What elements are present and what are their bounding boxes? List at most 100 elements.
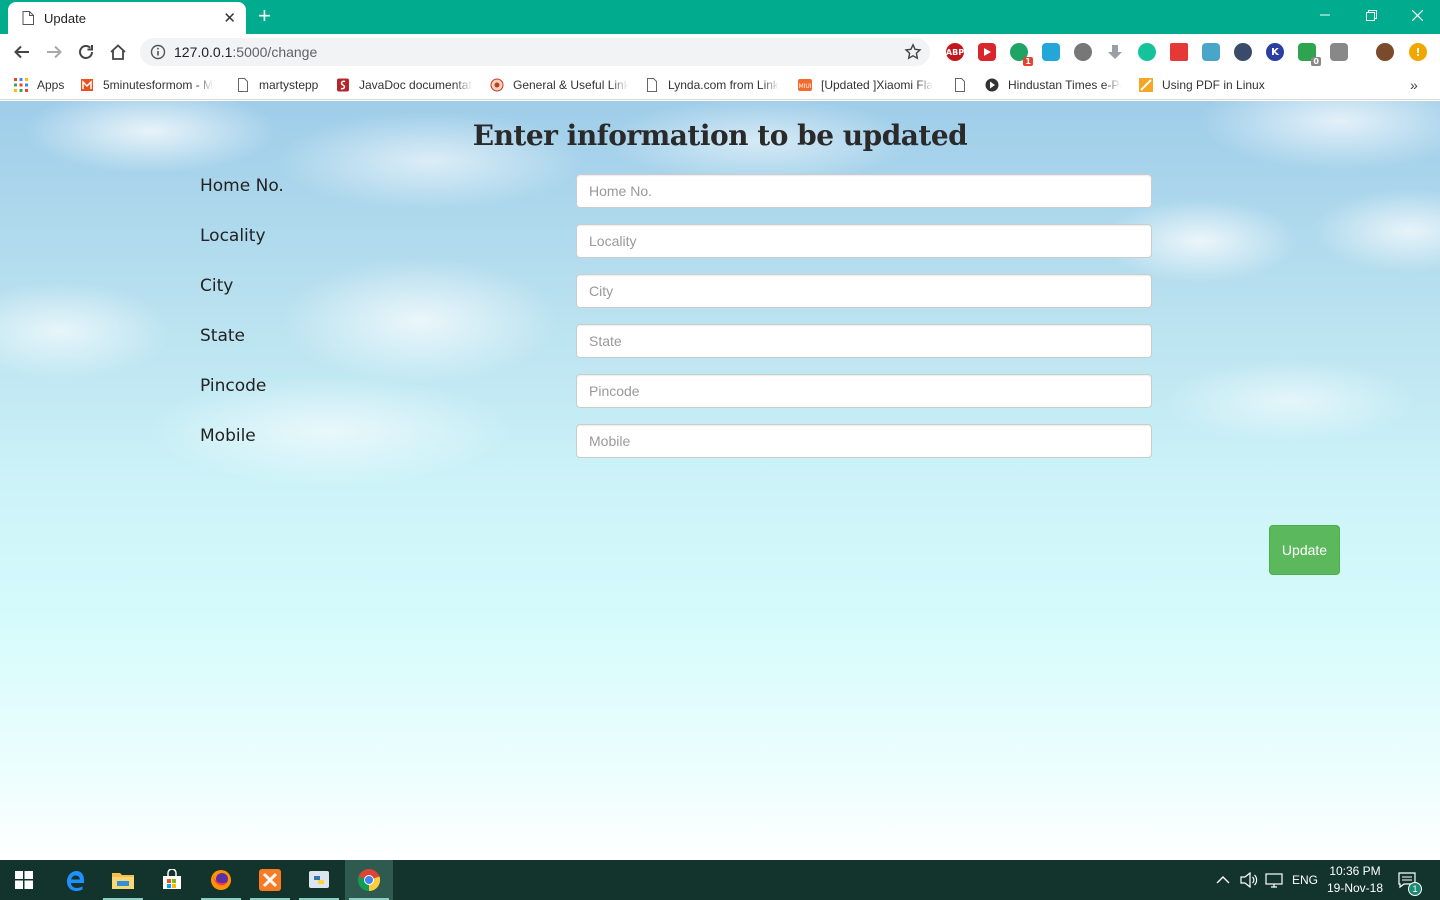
profile-avatar[interactable] xyxy=(1376,43,1394,61)
forward-arrow-icon xyxy=(47,45,62,59)
chevron-up-icon xyxy=(1216,876,1230,884)
k-label: K xyxy=(1271,46,1279,58)
taskbar-chrome[interactable] xyxy=(345,860,393,900)
home-icon xyxy=(110,44,126,60)
apps-grid-icon xyxy=(14,78,28,92)
bookmark-label: Hindustan Times e-Pa xyxy=(1008,78,1121,92)
python-idle-icon xyxy=(309,871,329,888)
film-reel-icon[interactable] xyxy=(1074,43,1092,61)
bookmark-xiaomi[interactable]: MIUI [Updated ]Xiaomi Fla xyxy=(798,76,936,94)
pdf-icon xyxy=(1139,78,1153,92)
home-no-input[interactable] xyxy=(576,174,1152,208)
minimize-button[interactable] xyxy=(1302,0,1348,30)
extension-badge: 0 xyxy=(1311,57,1321,66)
url-text: 127.0.0.1:5000/change xyxy=(174,44,317,60)
city-label: City xyxy=(200,276,234,296)
bookmark-untitled[interactable] xyxy=(953,76,973,94)
e-extension-icon[interactable] xyxy=(1234,43,1252,61)
bookmark-martystepp[interactable]: martystepp xyxy=(236,76,322,94)
taskbar-firefox[interactable] xyxy=(197,860,245,900)
speaker-icon xyxy=(1240,872,1258,888)
adblock-plus-icon[interactable]: ABP xyxy=(946,43,964,61)
browser-toolbar: 127.0.0.1:5000/change ABP 1 K 0 ! xyxy=(0,34,1440,70)
url-path: :5000/change xyxy=(232,44,318,60)
video-extension-icon[interactable] xyxy=(978,43,996,61)
lock-extension-icon[interactable] xyxy=(1330,43,1348,61)
more-bookmarks-button[interactable]: » xyxy=(1410,76,1418,94)
javadoc-icon xyxy=(337,78,349,92)
show-hidden-icons[interactable] xyxy=(1216,860,1230,900)
bookmark-hindustan-times[interactable]: Hindustan Times e-Pa xyxy=(985,76,1121,94)
close-window-button[interactable] xyxy=(1394,0,1440,30)
download-arrow-icon xyxy=(1108,45,1122,59)
download-icon[interactable] xyxy=(1106,43,1124,61)
bookmark-label: 5minutesformom - M xyxy=(103,78,214,92)
state-input[interactable] xyxy=(576,324,1152,358)
clock-date: 19-Nov-18 xyxy=(1326,881,1384,895)
bookmark-general-useful[interactable]: General & Useful Link xyxy=(490,76,628,94)
mobile-input[interactable] xyxy=(576,424,1152,458)
info-icon[interactable] xyxy=(150,44,166,60)
taskbar-file-explorer[interactable] xyxy=(99,860,147,900)
xampp-icon xyxy=(259,869,281,891)
locality-label: Locality xyxy=(200,226,266,246)
bookmark-label: Apps xyxy=(37,78,65,92)
bookmark-5minutesformom[interactable]: 5minutesformom - M xyxy=(80,76,216,94)
taskbar-edge[interactable] xyxy=(51,860,99,900)
system-clock[interactable]: 10:36 PM 19-Nov-18 xyxy=(1322,863,1388,897)
bookmark-javadoc[interactable]: JavaDoc documentat xyxy=(336,76,474,94)
pincode-label: Pincode xyxy=(200,376,267,396)
action-center-button[interactable]: 1 xyxy=(1398,860,1422,900)
bookmark-pdf-linux[interactable]: Using PDF in Linux xyxy=(1139,76,1269,94)
pincode-input[interactable] xyxy=(576,374,1152,408)
hangouts-extension-icon[interactable]: 1 xyxy=(1010,43,1033,66)
restore-button[interactable] xyxy=(1348,0,1394,30)
locality-input[interactable] xyxy=(576,224,1152,258)
bookmark-label: [Updated ]Xiaomi Fla xyxy=(821,78,934,92)
bookmark-star-icon[interactable] xyxy=(904,43,922,61)
back-button[interactable] xyxy=(10,40,34,64)
puzzle-extension-icon[interactable]: 0 xyxy=(1298,43,1321,66)
taskbar-store[interactable] xyxy=(148,860,196,900)
chevron-double-right-icon: » xyxy=(1410,77,1418,93)
new-tab-button[interactable]: + xyxy=(258,4,271,28)
browser-title-bar: Update ✕ + xyxy=(0,0,1440,34)
home-button[interactable] xyxy=(106,40,130,64)
extension-badge: 1 xyxy=(1023,57,1033,66)
taskbar-xampp[interactable] xyxy=(246,860,294,900)
address-bar[interactable]: 127.0.0.1:5000/change xyxy=(140,38,930,66)
volume-button[interactable] xyxy=(1240,860,1258,900)
hindustan-times-icon xyxy=(985,78,999,92)
reload-button[interactable] xyxy=(74,40,98,64)
mobile-label: Mobile xyxy=(200,426,256,446)
bookmark-label: JavaDoc documentat xyxy=(359,78,472,92)
alert-icon[interactable]: ! xyxy=(1409,43,1427,61)
bookmark-lynda[interactable]: Lynda.com from Link xyxy=(645,76,783,94)
bookmark-extension-icon[interactable] xyxy=(1170,43,1188,61)
tab-close-icon[interactable]: ✕ xyxy=(223,9,236,27)
grammarly-icon[interactable] xyxy=(1138,43,1156,61)
svg-text:MIUI: MIUI xyxy=(798,83,811,90)
screen-capture-icon[interactable] xyxy=(1042,43,1060,61)
start-button[interactable] xyxy=(0,860,48,900)
image-extension-icon[interactable] xyxy=(1202,43,1220,61)
back-arrow-icon xyxy=(14,45,29,59)
taskbar-python[interactable] xyxy=(295,860,343,900)
miui-icon: MIUI xyxy=(798,79,812,91)
city-input[interactable] xyxy=(576,274,1152,308)
bookmark-apps[interactable]: Apps xyxy=(14,76,64,94)
update-button[interactable]: Update xyxy=(1269,525,1340,575)
k-extension-icon[interactable]: K xyxy=(1266,43,1284,61)
network-button[interactable] xyxy=(1265,860,1283,900)
play-icon xyxy=(984,48,991,56)
folder-icon xyxy=(112,873,134,889)
browser-tab[interactable]: Update ✕ xyxy=(8,2,246,34)
chrome-icon xyxy=(357,869,381,892)
page-title: Enter information to be updated xyxy=(472,119,968,152)
forward-button[interactable] xyxy=(42,40,66,64)
url-host: 127.0.0.1 xyxy=(174,44,233,60)
state-label: State xyxy=(200,326,245,346)
language-indicator[interactable]: ENG xyxy=(1292,860,1318,900)
close-icon xyxy=(1411,9,1423,21)
taskbar: ENG 10:36 PM 19-Nov-18 1 xyxy=(0,860,1440,900)
